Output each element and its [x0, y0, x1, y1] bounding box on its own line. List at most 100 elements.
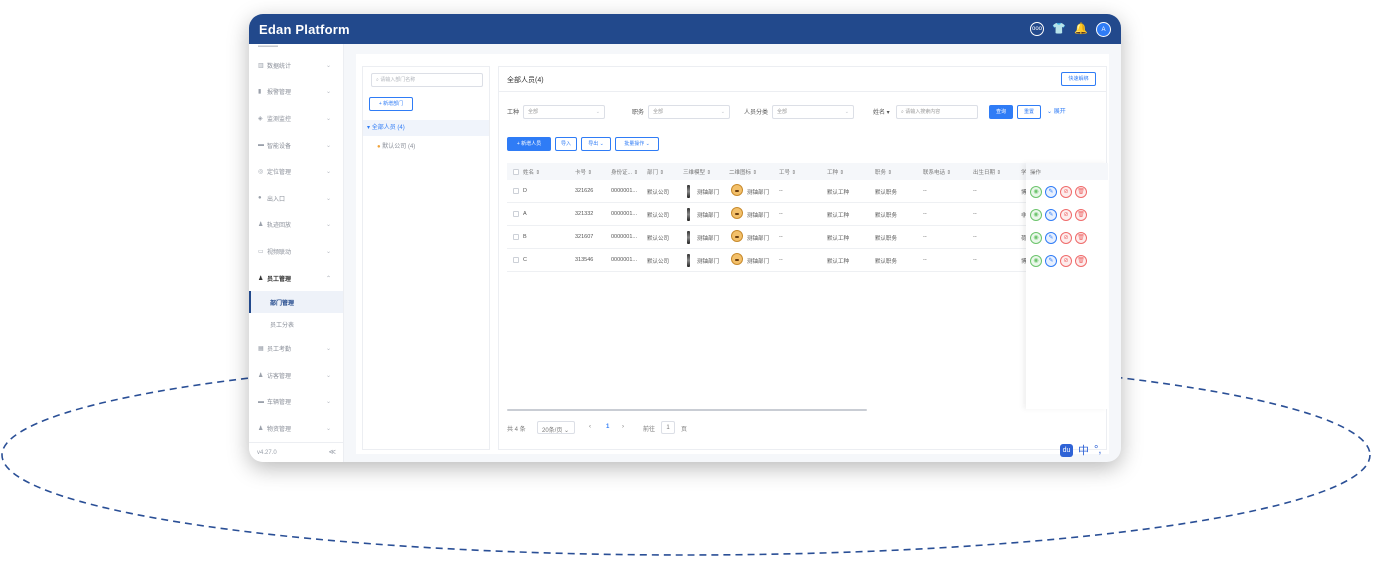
category-value: 全部 — [777, 109, 788, 115]
edit-icon[interactable]: ✎ — [1045, 231, 1057, 244]
column-header[interactable]: 卡号 ⇕ — [575, 168, 592, 176]
page-number[interactable]: 1 — [606, 424, 609, 430]
search-button[interactable]: 查询 — [989, 105, 1013, 119]
eye-icon[interactable]: ◉ — [1030, 208, 1042, 221]
edit-icon[interactable]: ✎ — [1045, 185, 1057, 198]
sidebar-item[interactable]: ♟ 物资管理 ⌄ — [249, 415, 343, 442]
import-button[interactable]: 导入 — [555, 137, 577, 151]
table-row[interactable]: D 321626 0000001... 默认公司 测铀部门 测铀部门 -- 默认工种 默认职务 -… — [507, 180, 1108, 203]
top-bar: Edan Platform ooo 👕 🔔 A — [249, 14, 1121, 44]
ime-lang-toggle[interactable]: 中 — [1078, 442, 1089, 458]
tree-node-company[interactable]: ● 默认公司 (4) — [377, 141, 415, 150]
tree-node-all[interactable]: ▾ 全部人员 (4) — [363, 120, 489, 136]
delete-icon[interactable]: 🗑 — [1075, 185, 1087, 198]
locate-icon: ◎ — [258, 169, 264, 176]
camera-icon: ▭ — [258, 248, 264, 255]
department-tree: ⌕ 请输入部门名称 + 新增部门 ▾ 全部人员 (4) ● 默认公司 (4) — [362, 66, 490, 450]
delete-icon[interactable]: 🗑 — [1075, 208, 1087, 221]
unlink-icon[interactable]: ⊘ — [1060, 254, 1072, 267]
sidebar: ▬▬▬▬ ▥ 数据统计 ⌄ ▮ 报警管理 ⌄ ◈ 监测监控 ⌄ ▬ 智能设备 ⌄ ◎ 定位管理 ⌄ ● 出入口 ⌄… — [249, 44, 344, 462]
eye-icon[interactable]: ◉ — [1030, 254, 1042, 267]
sidebar-item-label: 数据统计 — [267, 63, 292, 70]
sidebar-item[interactable]: ◈ 监测监控 ⌄ — [249, 105, 343, 132]
sidebar-item[interactable]: ♟ 轨迹回放 ⌄ — [249, 212, 343, 239]
eye-icon[interactable]: ◉ — [1030, 231, 1042, 244]
ime-logo-icon[interactable]: du — [1060, 443, 1073, 457]
add-person-button[interactable]: + 新增人员 — [507, 137, 551, 151]
column-header[interactable]: 工号 ⇕ — [779, 168, 796, 176]
eye-icon[interactable]: ◉ — [1030, 185, 1042, 198]
sidebar-item[interactable]: ♟ 访客管理 ⌄ — [249, 362, 343, 389]
category-select[interactable]: 全部 ⌄ — [772, 105, 854, 119]
row-checkbox[interactable] — [513, 188, 519, 194]
table-cell: 默认工种 — [827, 259, 850, 265]
row-checkbox[interactable] — [513, 211, 519, 217]
horizontal-scrollbar[interactable] — [507, 409, 867, 411]
sidebar-item[interactable]: ▬ 车辆管理 ⌄ — [249, 389, 343, 416]
prev-page-icon[interactable]: ‹ — [589, 424, 591, 430]
delete-icon[interactable]: 🗑 — [1075, 254, 1087, 267]
delete-icon[interactable]: 🗑 — [1075, 231, 1087, 244]
position-value: 全部 — [653, 109, 664, 115]
table-cell: 默认工种 — [827, 213, 850, 219]
column-header[interactable]: 部门 ⇕ — [647, 168, 664, 176]
column-header[interactable]: 联系电话 ⇕ — [923, 168, 951, 176]
column-header[interactable]: 出生日期 ⇕ — [973, 168, 1001, 176]
column-header[interactable]: 二维图标 ⇕ — [729, 168, 757, 176]
avatar[interactable]: A — [1096, 21, 1111, 37]
sidebar-item[interactable]: ▭ 视频联动 ⌄ — [249, 238, 343, 265]
name-field-select[interactable]: 姓名 ▾ — [873, 107, 890, 116]
sidebar-subitem[interactable]: 部门管理 — [249, 291, 343, 314]
column-header[interactable]: 职务 ⇕ — [875, 168, 892, 176]
quick-unbind-button[interactable]: 快速解绑 — [1061, 72, 1096, 86]
chevron-up-icon: ⌃ — [325, 275, 331, 282]
table-row[interactable]: A 321332 0000001... 默认公司 测铀部门 测铀部门 -- 默认工种 默认职务 -… — [507, 203, 1108, 226]
sidebar-item[interactable]: ● 出入口 ⌄ — [249, 185, 343, 212]
row-checkbox[interactable] — [513, 234, 519, 240]
reset-button[interactable]: 重置 — [1017, 105, 1041, 119]
sidebar-item[interactable]: ◎ 定位管理 ⌄ — [249, 158, 343, 185]
edit-icon[interactable]: ✎ — [1045, 254, 1057, 267]
column-header[interactable]: 工种 ⇕ — [827, 168, 844, 176]
column-header[interactable]: 三维模型 ⇕ — [683, 168, 711, 176]
collapse-sidebar-icon[interactable]: ≪ — [329, 448, 336, 456]
ime-punct-toggle[interactable]: °, — [1094, 444, 1101, 456]
page-size-select[interactable]: 20条/页 ⌄ — [537, 421, 575, 434]
export-button[interactable]: 导出 ⌄ — [581, 137, 611, 151]
new-dept-button[interactable]: + 新增部门 — [369, 97, 413, 111]
sidebar-item[interactable]: ▥ 数据统计 ⌄ — [249, 52, 343, 79]
pagination: 共 4 条 20条/页 ⌄ ‹ 1 › 前往 1 页 — [507, 421, 807, 435]
name-search-input[interactable]: ⌕ 请输入搜索内容 — [896, 105, 978, 119]
table-cell: D — [523, 188, 527, 194]
next-page-icon[interactable]: › — [622, 424, 624, 430]
edit-icon[interactable]: ✎ — [1045, 208, 1057, 221]
unlink-icon[interactable]: ⊘ — [1060, 231, 1072, 244]
table-cell: A — [523, 211, 527, 217]
position-select[interactable]: 全部 ⌄ — [648, 105, 730, 119]
shirt-icon[interactable]: 👕 — [1052, 22, 1066, 36]
goto-page-input[interactable]: 1 — [661, 421, 675, 434]
select-all-checkbox[interactable] — [513, 169, 519, 175]
sidebar-item[interactable]: ♟ 员工管理 ⌃ — [249, 265, 343, 292]
worktype-select[interactable]: 全部 ⌄ — [523, 105, 605, 119]
info-circle-icon[interactable]: ooo — [1030, 22, 1044, 36]
sidebar-subitem[interactable]: 员工分表 — [249, 313, 343, 335]
expand-link[interactable]: ⌄ 展开 — [1047, 106, 1066, 115]
shield-icon: ◈ — [258, 115, 263, 122]
bell-icon[interactable]: 🔔 — [1074, 22, 1088, 36]
dept-search-input[interactable]: ⌕ 请输入部门名称 — [371, 73, 483, 87]
table-cell: 测铀部门 — [747, 236, 770, 242]
column-header[interactable]: 身份证... ⇕ — [611, 168, 638, 176]
batch-ops-button[interactable]: 批量操作 ⌄ — [615, 137, 659, 151]
unlink-icon[interactable]: ⊘ — [1060, 208, 1072, 221]
sidebar-item[interactable]: ▦ 员工考勤 ⌄ — [249, 335, 343, 362]
chevron-down-icon: ⌄ — [720, 109, 725, 115]
sidebar-item[interactable]: ▬ 智能设备 ⌄ — [249, 132, 343, 159]
sidebar-item[interactable]: ▮ 报警管理 ⌄ — [249, 79, 343, 106]
row-checkbox[interactable] — [513, 257, 519, 263]
column-header[interactable]: 姓名 ⇕ — [523, 168, 540, 176]
unlink-icon[interactable]: ⊘ — [1060, 185, 1072, 198]
table-row[interactable]: C 313546 0000001... 默认公司 测铀部门 测铀部门 -- 默认工种 默认职务 -… — [507, 249, 1108, 272]
table-row[interactable]: B 321607 0000001... 默认公司 测铀部门 测铀部门 -- 默认工种 默认职务 -… — [507, 226, 1108, 249]
tree-node-company-label: 默认公司 (4) — [382, 144, 416, 150]
